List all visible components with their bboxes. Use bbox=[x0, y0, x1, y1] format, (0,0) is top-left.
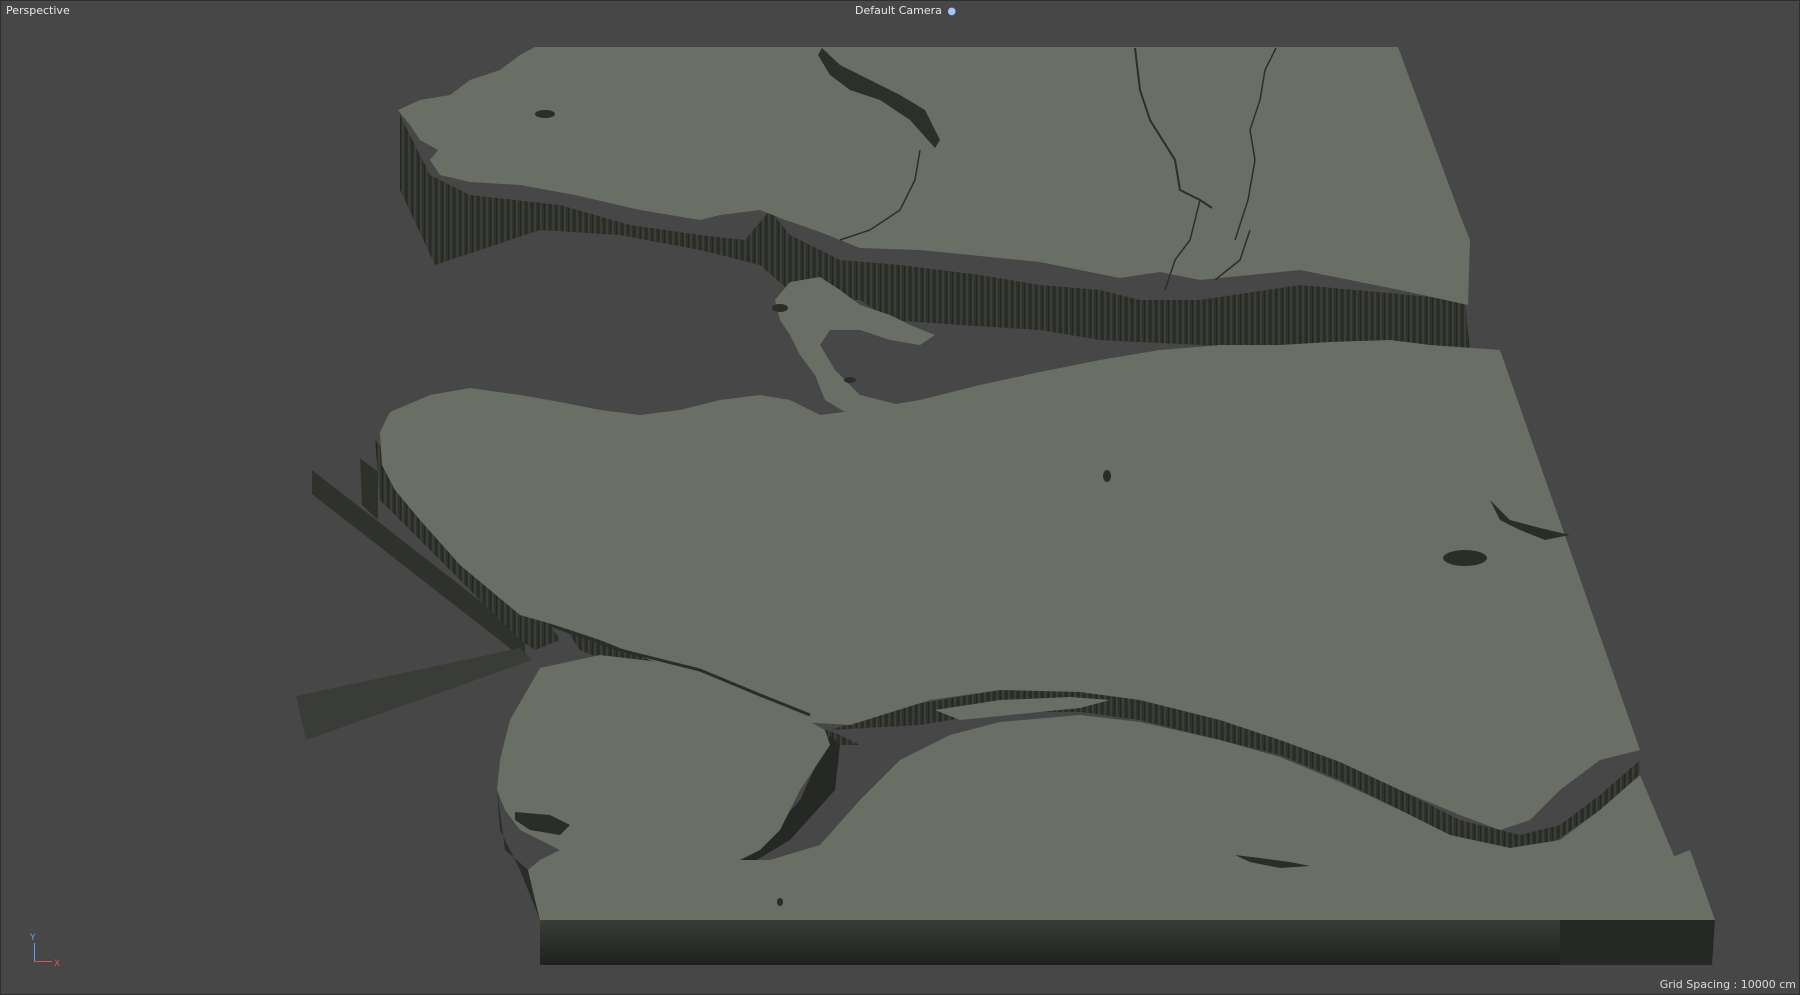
y-axis-line bbox=[34, 943, 35, 961]
view-label[interactable]: Perspective bbox=[6, 4, 70, 17]
camera-label[interactable]: Default Camera ● bbox=[855, 4, 956, 17]
terrain-scene[interactable] bbox=[0, 0, 1800, 995]
grid-spacing-label: Grid Spacing : 10000 cm bbox=[1659, 978, 1796, 991]
axis-gizmo: Y X bbox=[28, 933, 68, 973]
north-landmass bbox=[398, 47, 1470, 305]
x-axis-line bbox=[34, 961, 52, 962]
3d-viewport[interactable]: Perspective Default Camera ● Y X Grid Sp… bbox=[0, 0, 1800, 995]
x-axis-label: X bbox=[54, 959, 61, 969]
camera-name: Default Camera bbox=[855, 4, 942, 17]
camera-switch-icon[interactable]: ● bbox=[947, 6, 956, 17]
y-axis-label: Y bbox=[30, 933, 36, 943]
